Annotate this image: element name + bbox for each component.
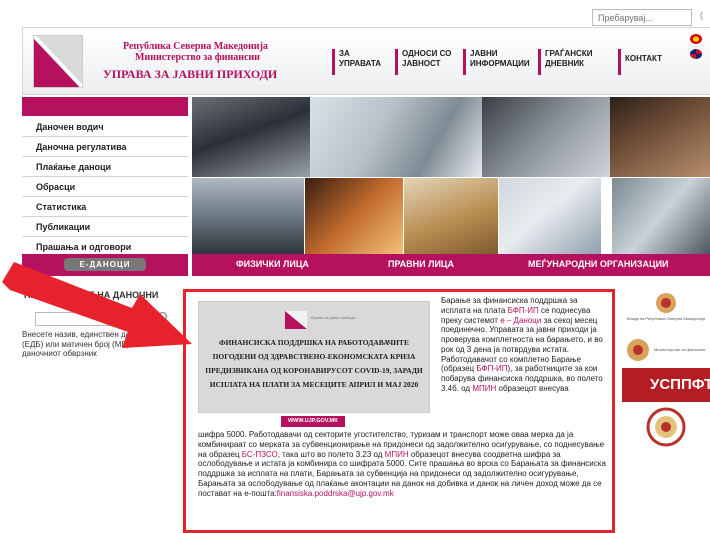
sidebar-item-tax-payment[interactable]: Плаќање даноци [22,157,188,177]
ujp-homepage: ( Република Северна Македонија Министерс… [0,0,710,533]
link-bs-pzso[interactable]: БС-ПЗСО [242,450,278,459]
link-bfp-ip-form[interactable]: БФП-ИП [476,364,507,373]
partner-logo-ministry[interactable]: Министерство за финансии [622,335,710,365]
link-email[interactable]: finansiska.poddrska@ujp.gov.mk [277,489,394,498]
photo-businessmen [192,178,304,254]
org-name: УПРАВА ЗА ЈАВНИ ПРИХОДИ [103,67,278,81]
partner-logo-customs[interactable] [622,405,710,449]
edanoci-button[interactable]: Е-ДАНОЦИ [64,258,146,271]
photo-calculator [499,178,601,254]
org-line1: Република Северна Македонија [123,41,268,52]
topnav-contact[interactable]: КОНТАКТ [618,49,662,75]
article-text: , така што во полето 3.23 од [277,449,385,459]
header-photo-collage [192,97,710,254]
ujp-logo[interactable] [33,35,83,88]
photo-building [310,97,482,177]
sidebar-item-statistics[interactable]: Статистика [22,197,188,217]
partner-logo-ministry-text: Министерство за финансии [654,347,706,352]
tab-individuals[interactable]: ФИЗИЧКИ ЛИЦА [236,259,309,269]
article-text-right: Барање за финансиска поддршка за исплата… [441,296,608,394]
topnav-public-relations[interactable]: ОДНОСИ СО ЈАВНОСТ [395,49,451,75]
banner-title: ФИНАНСИСКА ПОДДРШКА НА РАБОТОДАВАЧИТЕ ПО… [205,338,423,389]
site-header: Република Северна Македонија Министерств… [22,27,710,95]
taxpayer-search-description: Внесете назив, единствен даночен број (Е… [22,330,170,358]
search-tail: ( [700,10,703,20]
link-bfp-ip[interactable]: БФП-ИП [508,306,539,315]
banner-logo-icon [285,311,307,329]
photo-skyscrapers [482,97,610,177]
photo-pens [610,97,710,177]
sidebar-item-forms[interactable]: Обрасци [22,177,188,197]
partner-logo-usppft[interactable]: УСППФТ [622,368,710,402]
photo-laptop [192,97,310,177]
org-line2: Министерство за финансии [135,52,260,63]
taxpayer-search-heading: ПРЕБАРУВАЊЕ НА ДАНОЧНИ [24,290,159,300]
sidebar-header-bar [22,97,188,116]
topnav-about[interactable]: ЗА УПРАВАТА [332,49,381,75]
photo-banknotes [404,178,498,254]
sidebar-item-publications[interactable]: Публикации [22,217,188,237]
photo-signing [612,178,710,254]
link-mpin[interactable]: МПИН [472,384,496,393]
link-e-danoci[interactable]: е – Даноци [500,316,541,325]
partner-logo-government-text: Влада на Република Северна Македонија [626,316,706,321]
tab-legal-entities[interactable]: ПРАВНИ ЛИЦА [388,259,454,269]
search-icon[interactable] [157,311,171,325]
site-search-input[interactable] [592,9,692,26]
topnav-public-info[interactable]: ЈАВНИ ИНФОРМАЦИИ [463,49,530,75]
sidebar-item-tax-guide[interactable]: Даночен водич [22,117,188,137]
sidebar-item-tax-regulation[interactable]: Даночна регулатива [22,137,188,157]
partner-logo-government[interactable]: Влада на Република Северна Македонија [622,290,710,326]
article-text: образецот внесува [496,383,569,393]
link-mpin-2[interactable]: МПИН [385,450,409,459]
flag-mk-icon[interactable] [690,34,702,44]
banner-url[interactable]: WWW.UJP.GOV.MK [281,416,345,427]
banner-logo-text: Управа за јавни приходи [310,315,356,320]
tab-international-orgs[interactable]: МЕЃУНАРОДНИ ОРГАНИЗАЦИИ [528,259,669,269]
topnav-citizen-diary[interactable]: ГРАЃАНСКИ ДНЕВНИК [538,49,592,75]
sidebar-menu: Даночен водич Даночна регулатива Плаќање… [22,117,188,257]
article-text-bottom: шифра 5000. Работодавачи од секторите уг… [198,430,608,498]
usppft-label: УСППФТ [650,376,710,393]
photo-documents [305,178,403,254]
taxpayer-search-input[interactable] [35,312,153,326]
flag-en-icon[interactable] [690,49,702,59]
